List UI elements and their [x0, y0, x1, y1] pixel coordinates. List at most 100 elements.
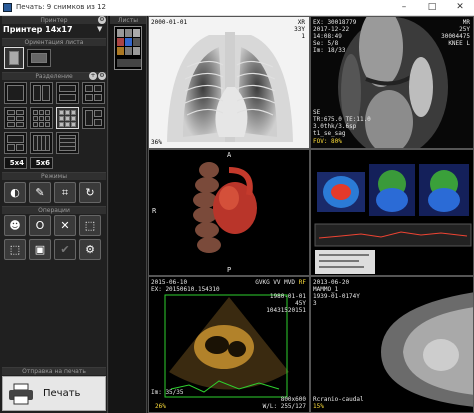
- landscape-orientation-button[interactable]: [27, 49, 51, 67]
- layout-cell: [85, 110, 93, 126]
- layout-cell: [65, 122, 70, 127]
- frame-operation-icon[interactable]: ▣: [29, 239, 51, 260]
- thumb-cell: [117, 38, 124, 46]
- overlay-mark: RF: [298, 279, 306, 286]
- layout-3x3-button[interactable]: [30, 107, 53, 129]
- refresh-mode-icon[interactable]: ↻: [79, 182, 101, 203]
- layout-cell: [71, 122, 76, 127]
- viewport-knee-mri[interactable]: EX: 30018779 2017-12-22 14:08:49 Se: 5/8…: [310, 16, 474, 149]
- thumb-cell: [125, 38, 132, 46]
- layout-cell: [39, 116, 44, 121]
- layout-cell: [7, 110, 15, 115]
- layout-cell: [16, 110, 24, 115]
- portrait-page-icon: [9, 51, 19, 65]
- overlay-size: 800x600: [280, 396, 306, 403]
- maximize-button[interactable]: □: [418, 0, 446, 16]
- overlay-date: 2000-01-01: [151, 19, 188, 26]
- overlay-dob: 1939-01-01: [313, 293, 350, 300]
- contrast-mode-icon[interactable]: ◐: [4, 182, 26, 203]
- layout-2x3-button[interactable]: [4, 107, 27, 129]
- layout-cell: [39, 122, 44, 127]
- layout-cell: [94, 94, 102, 101]
- thumb-cell: [117, 59, 141, 67]
- layout-5x4-button[interactable]: 5x4: [4, 157, 27, 169]
- orientation-bottom: P: [227, 266, 232, 274]
- close-button[interactable]: ✕: [446, 0, 474, 16]
- layout-1x1-button[interactable]: [4, 82, 27, 104]
- overlay-exam: EX: 20150610.154310: [151, 286, 220, 293]
- print-button[interactable]: Печать: [2, 376, 106, 411]
- overlay-sex-age: 25Y: [459, 26, 470, 33]
- layout-cell: [85, 85, 93, 92]
- layout-4x4-grid-button[interactable]: [4, 132, 27, 154]
- minimize-button[interactable]: –: [390, 0, 418, 16]
- viewport-pet-fusion[interactable]: [310, 149, 474, 276]
- overlay-position: 3: [313, 300, 317, 307]
- printer-name[interactable]: Принтер 14x17: [3, 25, 95, 37]
- layout-cell: [16, 116, 24, 121]
- overlay-time: 14:08:49: [313, 33, 342, 40]
- thumb-cell: [117, 29, 124, 37]
- thumb-cell: [125, 47, 132, 55]
- layout-cell: [59, 110, 64, 115]
- title-bar: Печать: 9 снимков из 12 – □ ✕: [0, 0, 474, 16]
- volume-render-image: [149, 150, 309, 275]
- layout-cell: [42, 85, 50, 101]
- overlay-exam: EX: 30018779: [313, 19, 357, 26]
- layout-2x2-button[interactable]: [82, 82, 105, 104]
- layout-cell: [65, 116, 70, 121]
- layout-cell: [94, 85, 102, 92]
- check-operation-icon[interactable]: ✔: [54, 239, 76, 260]
- layout-cell: [59, 85, 76, 92]
- edit-mode-icon[interactable]: ✎: [29, 182, 51, 203]
- layout-cell: [33, 85, 41, 101]
- overlay-patient-id: 30004475: [441, 33, 470, 40]
- overlay-date: 2013-06-20: [313, 279, 350, 286]
- viewport-mammogram[interactable]: 2013-06-20 MAMMO_1 1939-01-01 3 74Y Rcra…: [310, 276, 474, 413]
- layout-cell: [45, 116, 50, 121]
- layout-cell: [65, 110, 70, 115]
- modes-section-header: Режимы: [2, 172, 106, 180]
- sheets-section-header: Листы: [110, 16, 146, 24]
- layout-4x5-button[interactable]: [30, 132, 53, 154]
- thumb-cell: [133, 47, 140, 55]
- viewport-3d-volume[interactable]: A R P: [148, 149, 310, 276]
- add-layout-icon[interactable]: +: [89, 72, 97, 80]
- ellipse-operation-icon[interactable]: O: [29, 215, 51, 236]
- viewport-chest-xray[interactable]: 2000-01-01 XR 33Y 1 36%: [148, 16, 310, 149]
- layout-5x6-button[interactable]: 5x6: [30, 157, 53, 169]
- portrait-orientation-button[interactable]: [4, 47, 24, 69]
- layout-cell: [7, 85, 24, 101]
- thumb-cell: [133, 29, 140, 37]
- layout-cell: [85, 94, 93, 101]
- layout-4x4-button[interactable]: [82, 107, 105, 129]
- sheet-thumbnail[interactable]: [114, 26, 142, 70]
- fit-operation-icon[interactable]: ⬚: [4, 239, 26, 260]
- gear-icon[interactable]: ⚙: [79, 239, 101, 260]
- settings-gear-icon[interactable]: ⚙: [98, 16, 106, 24]
- layout-3x3-selected-button[interactable]: [56, 107, 79, 129]
- overlay-sex-age: 45Y: [295, 300, 306, 307]
- overlay-zoom: 26%: [155, 403, 166, 410]
- chevron-down-icon[interactable]: ▼: [97, 25, 106, 35]
- layout-cell: [45, 110, 50, 115]
- select-operation-icon[interactable]: ⬚: [79, 215, 101, 236]
- overlay-age: 74Y: [349, 293, 360, 300]
- delete-operation-icon[interactable]: ✕: [54, 215, 76, 236]
- layout-2x1-button[interactable]: [56, 82, 79, 104]
- layout-cell: [33, 135, 50, 151]
- layout-cell: [45, 122, 50, 127]
- overlay-direction: SE: [313, 109, 321, 116]
- printer-section-header: Принтер: [2, 16, 106, 24]
- crop-mode-icon[interactable]: ⌗: [54, 182, 76, 203]
- settings-gear-icon[interactable]: ⚙: [98, 72, 106, 80]
- layout-1x2-button[interactable]: [30, 82, 53, 104]
- layout-custom-button[interactable]: [56, 132, 79, 154]
- layout-cell: [94, 110, 102, 117]
- overlay-position: 1: [301, 33, 305, 40]
- overlay-wl: W/L: 255/127: [262, 403, 306, 410]
- overlay-region: KNEE L: [448, 40, 470, 47]
- mask-operation-icon[interactable]: ☻: [4, 215, 26, 236]
- layout-cell: [16, 144, 24, 151]
- viewport-echo-ultrasound[interactable]: 2015-06-10 EX: 20150610.154310 GVKG VV M…: [148, 276, 310, 413]
